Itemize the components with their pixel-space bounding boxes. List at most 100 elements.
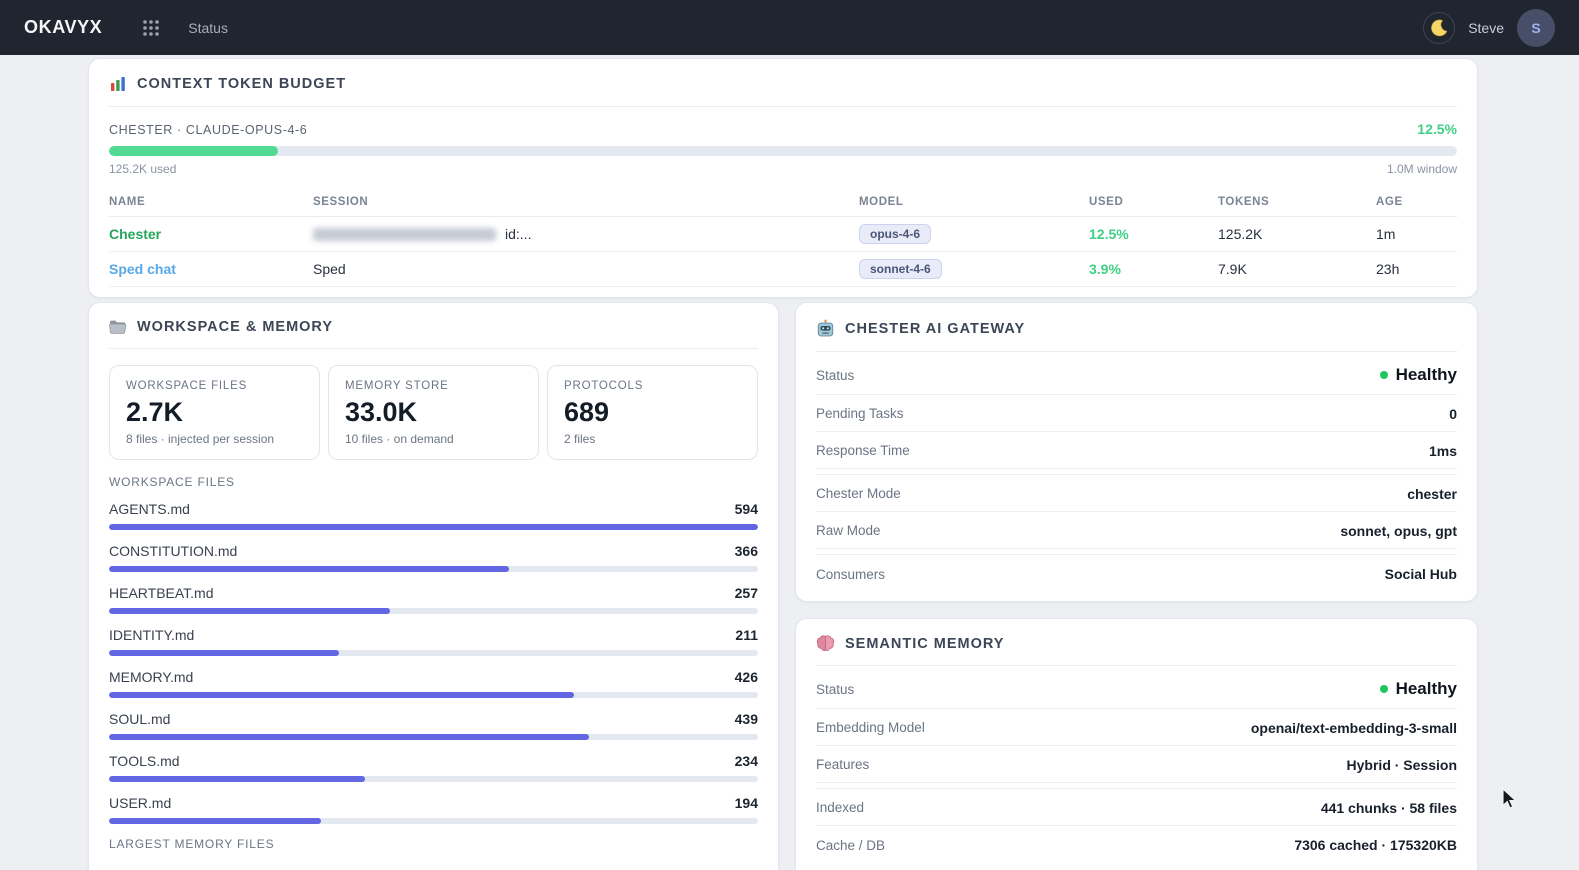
top-navbar: OKAVYX Status Steve S <box>0 0 1579 55</box>
budget-progress-track <box>109 146 1457 156</box>
file-bar-track <box>109 608 758 614</box>
file-token-count: 594 <box>734 501 758 517</box>
column-header-name: NAME <box>109 196 146 208</box>
kv-group: Status Healthy Pending Tasks 0 Response Time… <box>816 355 1457 469</box>
kv-group: Consumers Social Hub <box>816 554 1457 592</box>
sessions-footer: Live from gateway · 12 sessions <box>89 287 1477 297</box>
file-bar-fill <box>109 776 365 782</box>
kv-value: Healthy <box>1379 365 1457 385</box>
kv-row-response-time: Response Time 1ms <box>816 432 1457 469</box>
redacted-session-id <box>313 228 496 241</box>
used-percent-cell: 12.5% <box>1089 226 1129 242</box>
column-header-age: AGE <box>1376 196 1403 208</box>
theme-toggle-button[interactable] <box>1423 11 1456 44</box>
grid-dots-icon <box>143 19 160 36</box>
file-bar-track <box>109 818 758 824</box>
file-token-count: 194 <box>734 795 758 811</box>
stat-label: WORKSPACE FILES <box>126 380 248 392</box>
file-bar-track <box>109 776 758 782</box>
model-badge: sonnet-4-6 <box>859 259 942 279</box>
avatar[interactable]: S <box>1517 8 1555 47</box>
kv-label: Chester Mode <box>816 486 901 501</box>
kv-label: Response Time <box>816 443 910 458</box>
file-name: CONSTITUTION.md <box>109 543 238 559</box>
kv-row-chester-mode: Chester Mode chester <box>816 475 1457 512</box>
card-title: CHESTER AI GATEWAY <box>845 320 1026 337</box>
sessions-table-header: NAME SESSION MODEL USED TOKENS AGE <box>109 190 1457 217</box>
budget-percent: 12.5% <box>1417 121 1457 137</box>
session-id-text: Sped <box>313 261 346 277</box>
file-usage-item: HEARTBEAT.md 257 <box>109 585 758 614</box>
file-bar-fill <box>109 650 340 656</box>
sessions-table: NAME SESSION MODEL USED TOKENS AGE Chester id:… <box>109 190 1457 287</box>
column-header-session: SESSION <box>313 196 369 208</box>
tokens-cell: 125.2K <box>1218 226 1263 242</box>
stat-label: MEMORY STORE <box>345 380 449 392</box>
kv-group: Status Healthy Embedding Model openai/text-… <box>816 669 1457 783</box>
kv-row-cache-db: Cache / DB 7306 cached · 175320KB <box>816 826 1457 863</box>
file-name: IDENTITY.md <box>109 627 195 643</box>
file-bar-track <box>109 650 758 656</box>
file-bar-track <box>109 734 758 740</box>
file-token-count: 257 <box>734 585 758 601</box>
stat-box-workspace-files: WORKSPACE FILES 2.7K 8 files · injected pe… <box>109 365 320 460</box>
file-bar-fill <box>109 692 575 698</box>
kv-value: openai/text-embedding-3-small <box>1250 719 1457 736</box>
kv-row-status: Status Healthy <box>816 669 1457 709</box>
stat-sub-label: 2 files <box>564 432 596 446</box>
kv-label: Cache / DB <box>816 837 886 853</box>
healthy-dot-icon <box>1379 685 1388 693</box>
largest-memory-files-section-label: LARGEST MEMORY FILES <box>109 837 275 851</box>
file-usage-item: CONSTITUTION.md 366 <box>109 543 758 572</box>
session-name-link[interactable]: Chester <box>109 226 313 242</box>
file-name: TOOLS.md <box>109 753 180 769</box>
column-header-used: USED <box>1089 196 1124 208</box>
card-title: WORKSPACE & MEMORY <box>137 319 334 335</box>
kv-label: Raw Mode <box>816 523 881 538</box>
file-bar-fill <box>109 566 509 572</box>
mouse-cursor <box>1502 788 1518 809</box>
healthy-dot-icon <box>1379 371 1388 379</box>
nav-item-status[interactable]: Status <box>188 20 228 36</box>
stat-value: 2.7K <box>126 397 184 427</box>
budget-used-label: 125.2K used <box>109 162 177 176</box>
kv-value: Hybrid · Session <box>1346 756 1457 773</box>
stat-box-memory-store: MEMORY STORE 33.0K 10 files · on demand <box>328 365 539 460</box>
kv-label: Status <box>816 681 855 697</box>
kv-row-features: Features Hybrid · Session <box>816 746 1457 783</box>
file-token-count: 366 <box>734 543 758 559</box>
file-bar-fill <box>109 818 322 824</box>
session-id-cell: Sped <box>313 261 859 277</box>
file-token-count: 234 <box>734 753 758 769</box>
kv-value: chester <box>1407 485 1457 502</box>
column-header-model: MODEL <box>859 196 904 208</box>
card-title: CONTEXT TOKEN BUDGET <box>137 76 347 92</box>
kv-value: sonnet, opus, gpt <box>1340 522 1457 539</box>
file-bar-fill <box>109 734 589 740</box>
model-badge: opus-4-6 <box>859 224 932 244</box>
file-usage-item: IDENTITY.md 211 <box>109 627 758 656</box>
file-bar-fill <box>109 524 758 530</box>
file-bar-track <box>109 692 758 698</box>
kv-value: Social Hub <box>1384 566 1457 582</box>
file-name: USER.md <box>109 795 172 811</box>
brand-logo: OKAVYX <box>24 17 103 37</box>
brain-icon <box>816 635 835 651</box>
apps-grid-button[interactable] <box>138 15 164 41</box>
robot-icon <box>817 319 834 337</box>
model-cell: opus-4-6 <box>859 224 1089 244</box>
age-cell: 23h <box>1376 261 1400 277</box>
kv-value: 441 chunks · 58 files <box>1320 799 1457 816</box>
file-bar-track <box>109 524 758 530</box>
kv-row-embedding-model: Embedding Model openai/text-embedding-3-s… <box>816 709 1457 746</box>
kv-group: Chester Mode chester Raw Mode sonnet, opus,… <box>816 474 1457 549</box>
session-name-link[interactable]: Sped chat <box>109 261 313 277</box>
folder-icon <box>109 320 127 334</box>
kv-group: Indexed 441 chunks · 58 files Cache / DB 73… <box>816 788 1457 863</box>
kv-label: Consumers <box>816 566 886 582</box>
age-cell: 1m <box>1376 226 1396 242</box>
kv-label: Embedding Model <box>816 720 925 735</box>
kv-value: Healthy <box>1379 679 1457 699</box>
file-token-count: 211 <box>735 627 758 643</box>
file-usage-item: AGENTS.md 594 <box>109 501 758 530</box>
